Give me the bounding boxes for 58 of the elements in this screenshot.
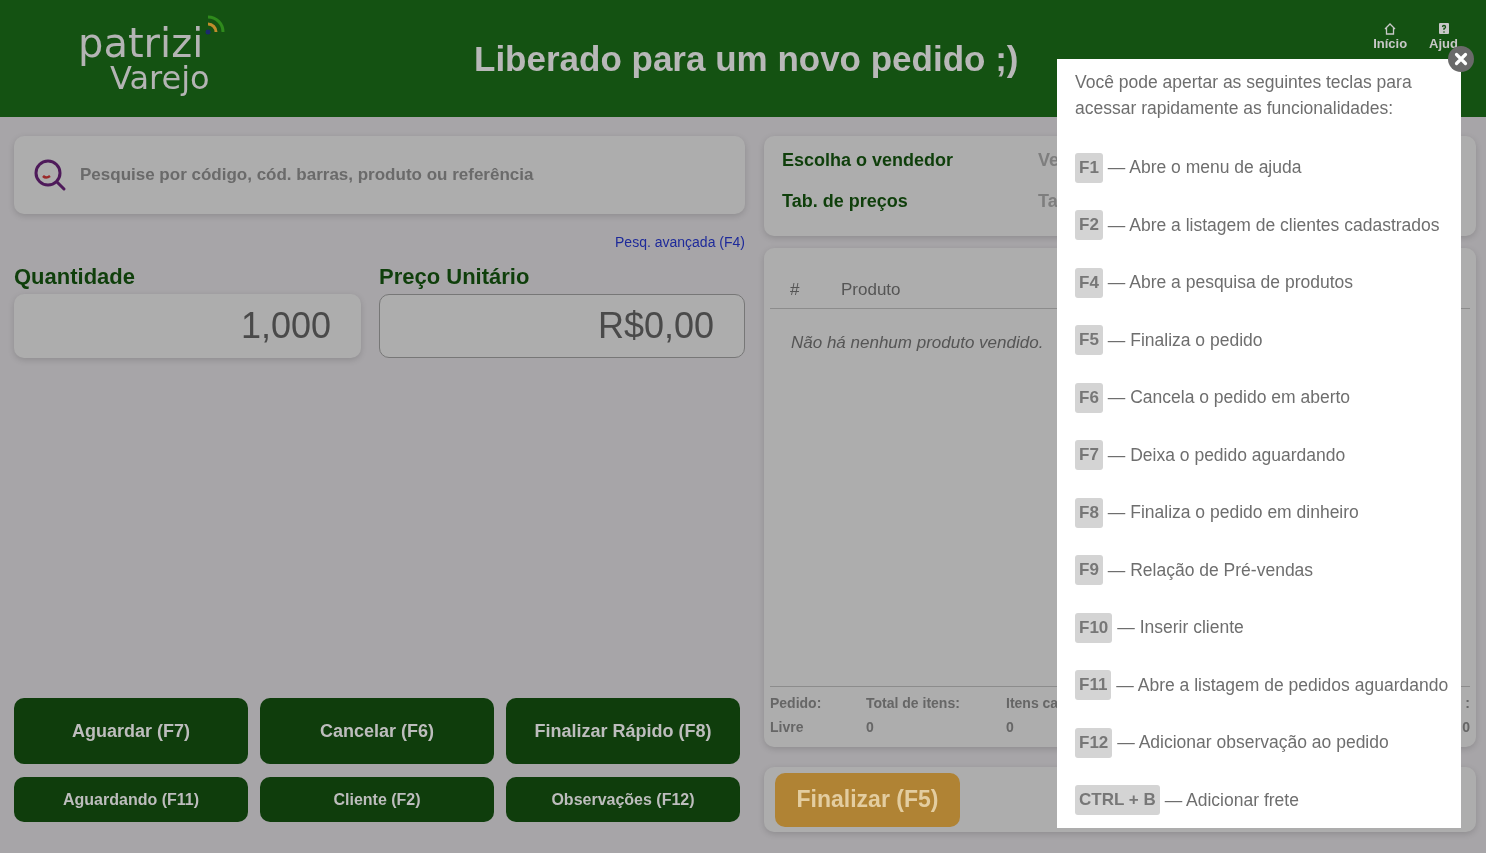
shortcut-description: — Abre o menu de ajuda [1107, 157, 1302, 179]
key-badge: F6 [1075, 382, 1103, 413]
quantity-field[interactable]: 1,000 [14, 294, 361, 358]
key-badge: F2 [1075, 210, 1103, 241]
action-button[interactable]: Observações (F12) [506, 777, 740, 822]
shortcut-description: — Finaliza o pedido em dinheiro [1107, 502, 1359, 524]
shortcut-description: — Finaliza o pedido [1107, 329, 1263, 351]
shortcut-description: — Abre a listagem de clientes cadastrados [1107, 214, 1440, 236]
summary-label: Pedido: [770, 695, 823, 711]
shortcut-description: — Relação de Pré-vendas [1107, 559, 1314, 581]
key-badge: F12 [1075, 727, 1113, 758]
help-intro: Você pode apertar as seguintes teclas para acessar rapidamente as funcionalidades: [1075, 71, 1413, 120]
empty-message: Não há nenhum produto vendido. [791, 333, 1044, 353]
quantity-label: Quantidade [14, 264, 136, 290]
search-input[interactable]: Pesquise por código, cód. barras, produto ou referência [78, 164, 745, 186]
nav-link[interactable]: Ajud [1429, 22, 1458, 51]
key-badge: F10 [1075, 612, 1113, 643]
summary-value: Livre [770, 719, 805, 735]
shortcut-description: — Adicionar observação ao pedido [1117, 732, 1389, 754]
nav-link[interactable]: Início [1373, 22, 1408, 51]
advanced-search-link[interactable]: Pesq. avançada (F4) [615, 234, 745, 250]
key-badge: F9 [1075, 555, 1103, 586]
summary-label: Itens ca [1006, 695, 1060, 711]
summary-label: : [1465, 695, 1470, 711]
summary-label: Total de itens: [866, 695, 961, 711]
column-header: Produto [841, 280, 901, 300]
search-icon [32, 157, 68, 193]
summary-value: 0 [1006, 719, 1015, 735]
action-button[interactable]: Cliente (F2) [260, 777, 494, 822]
shortcut-description: — Adicionar frete [1164, 789, 1299, 811]
unit-price-field[interactable]: R$0,00 [379, 294, 745, 358]
summary-value: 0 [866, 719, 875, 735]
shortcut-description: — Abre a pesquisa de produtos [1107, 272, 1353, 294]
unit-price-label: Preço Unitário [379, 264, 531, 290]
key-badge: CTRL + B [1075, 785, 1160, 816]
key-badge: F7 [1075, 440, 1103, 471]
column-header: # [790, 280, 801, 300]
help-icon [1436, 22, 1451, 36]
action-button[interactable]: Aguardar (F7) [14, 698, 248, 764]
home-icon [1383, 22, 1398, 36]
setting-label: Tab. de preços [782, 191, 909, 212]
search-field[interactable]: Pesquise por código, cód. barras, produto ou referência [14, 136, 745, 214]
action-button[interactable]: Finalizar Rápido (F8) [506, 698, 740, 764]
summary-value: 0 [1462, 719, 1470, 735]
logo-subtitle: Varejo [110, 61, 211, 94]
key-badge: F4 [1075, 267, 1103, 298]
action-button[interactable]: Aguardando (F11) [14, 777, 248, 822]
key-badge: F11 [1075, 670, 1112, 701]
shortcut-description: — Deixa o pedido aguardando [1107, 444, 1346, 466]
key-badge: F5 [1075, 325, 1103, 356]
setting-label: Escolha o vendedor [782, 150, 955, 171]
shortcut-description: — Cancela o pedido em aberto [1107, 387, 1351, 409]
action-button[interactable]: Cancelar (F6) [260, 698, 494, 764]
shortcut-description: — Abre a listagem de pedidos aguardando [1116, 674, 1449, 696]
key-badge: F8 [1075, 497, 1103, 528]
page-title: Liberado para um novo pedido ;) [474, 38, 1019, 79]
key-badge: F1 [1075, 152, 1103, 183]
shortcut-description: — Inserir cliente [1117, 617, 1244, 639]
